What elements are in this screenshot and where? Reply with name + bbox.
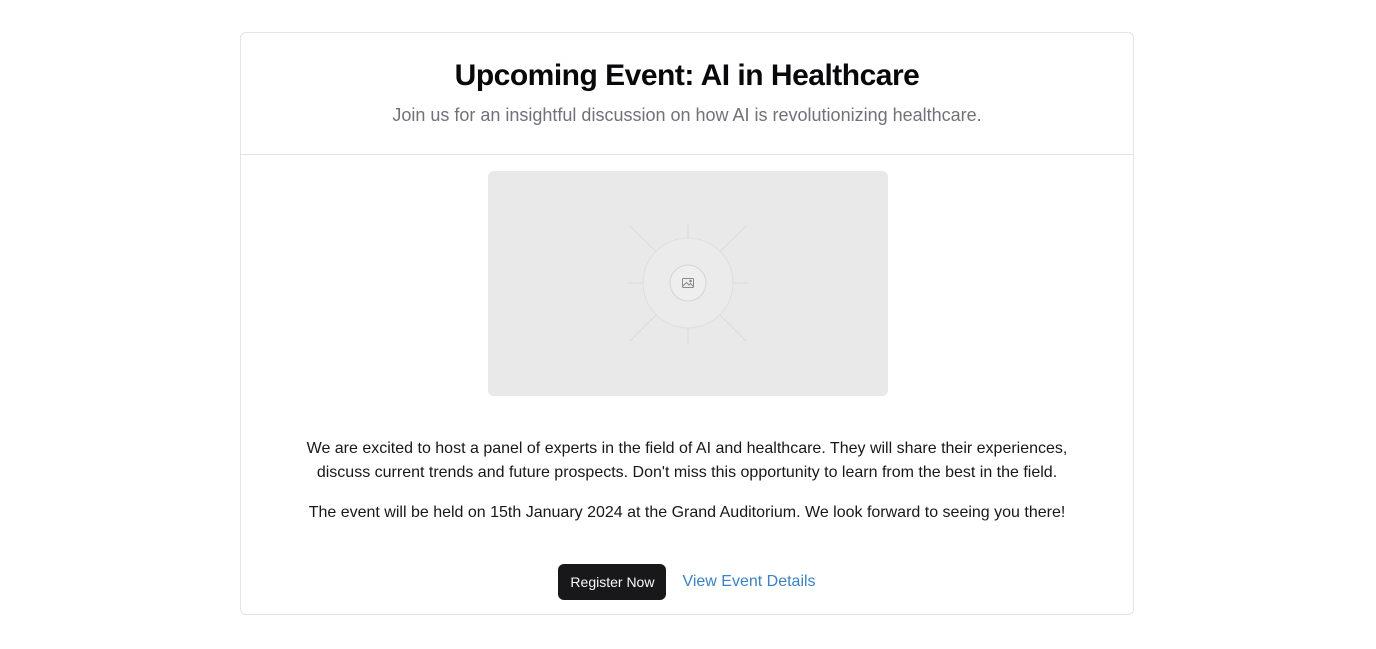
description-paragraph: The event will be held on 15th January 2… xyxy=(308,504,1066,521)
register-now-button[interactable]: Register Now xyxy=(558,564,667,600)
event-card: Upcoming Event: AI in Healthcare Join us… xyxy=(240,32,1134,615)
event-subtitle: Join us for an insightful discussion on … xyxy=(392,105,982,125)
image-placeholder-graphic xyxy=(488,171,888,396)
event-description: We are excited to host a panel of expert… xyxy=(241,437,1133,541)
event-title: Upcoming Event: AI in Healthcare xyxy=(454,59,920,92)
view-event-details-link[interactable]: View Event Details xyxy=(682,572,815,592)
event-image-placeholder xyxy=(488,171,888,396)
description-paragraph: We are excited to host a panel of expert… xyxy=(306,440,1068,481)
card-actions: Register Now View Event Details xyxy=(241,564,1133,600)
card-header: Upcoming Event: AI in Healthcare Join us… xyxy=(241,33,1133,155)
